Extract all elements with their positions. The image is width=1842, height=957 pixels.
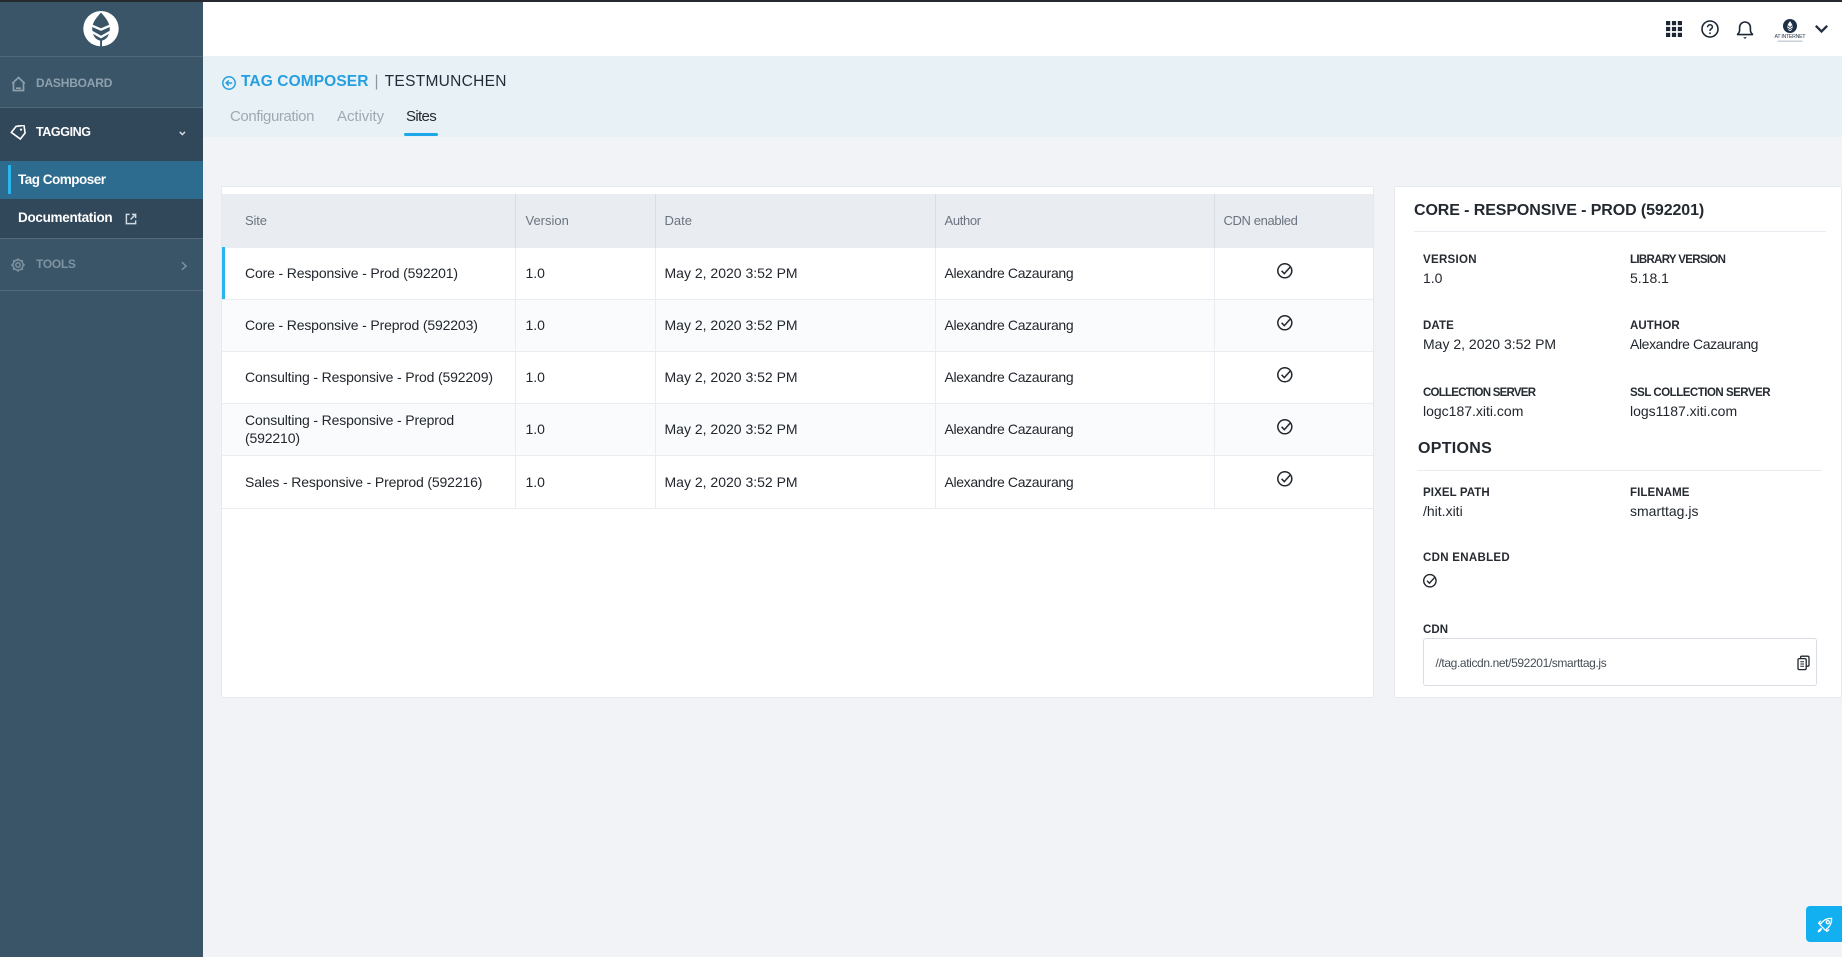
svg-text:AT INTERNET: AT INTERNET	[1775, 34, 1807, 40]
